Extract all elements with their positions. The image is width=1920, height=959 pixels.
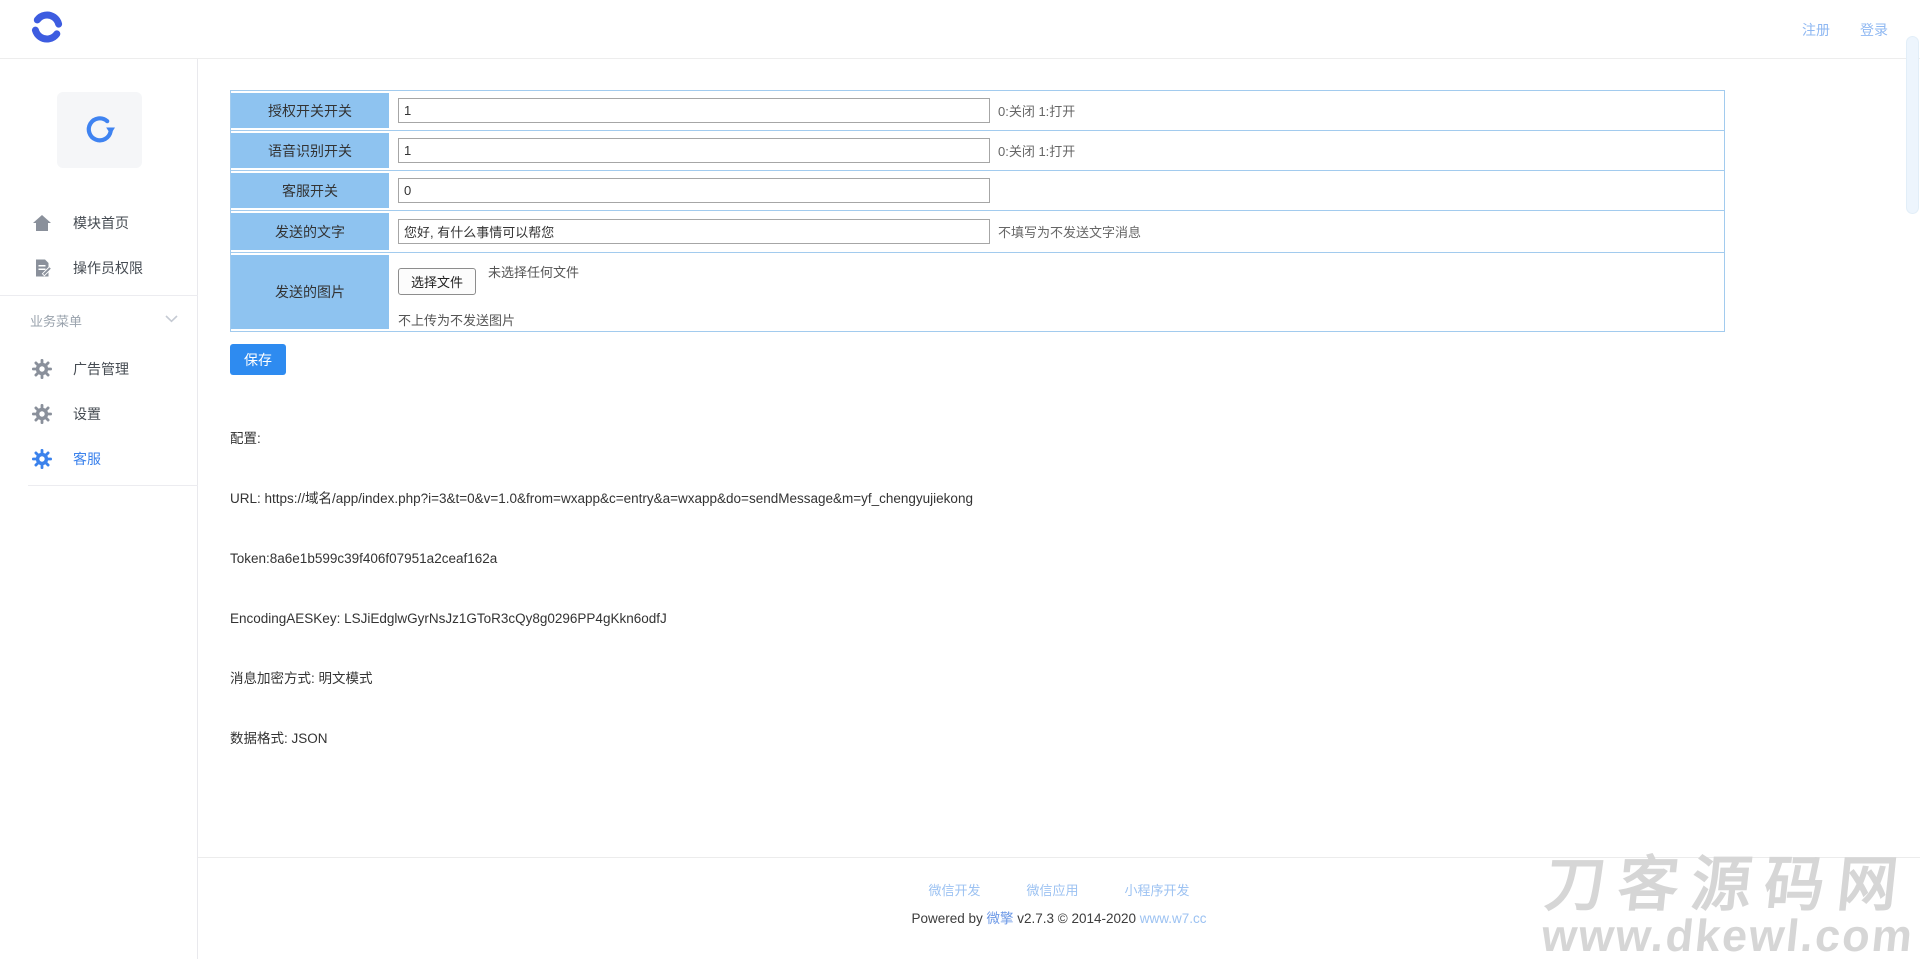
form-row-label: 语音识别开关 bbox=[231, 131, 389, 170]
module-logo-box bbox=[57, 92, 142, 168]
form-row-customer-service-switch: 客服开关 bbox=[231, 171, 1724, 211]
sidebar-section-business-menu[interactable]: 业务菜单 bbox=[0, 298, 198, 342]
weengine-brand-link[interactable]: 微擎 bbox=[986, 911, 1013, 926]
config-line-url: URL: https://域名/app/index.php?i=3&t=0&v=… bbox=[230, 489, 973, 509]
form-row-label: 客服开关 bbox=[231, 171, 389, 210]
config-info-block: 配置: URL: https://域名/app/index.php?i=3&t=… bbox=[230, 389, 973, 789]
weengine-swirl-logo-icon[interactable] bbox=[27, 7, 67, 47]
footer-link-wechat-app[interactable]: 微信应用 bbox=[1026, 880, 1078, 899]
sidebar-item-operator-permissions[interactable]: 操作员权限 bbox=[0, 246, 198, 290]
form-row-hint: 不填写为不发送文字消息 bbox=[998, 222, 1141, 241]
gear-icon bbox=[32, 449, 52, 469]
form-row-label: 授权开关开关 bbox=[231, 91, 389, 130]
refresh-icon bbox=[82, 112, 118, 148]
send-text-input[interactable] bbox=[398, 219, 990, 244]
config-line-data-format: 数据格式: JSON bbox=[230, 729, 973, 749]
form-row-hint: 0:关闭 1:打开 bbox=[998, 141, 1075, 160]
form-row-send-text: 发送的文字 不填写为不发送文字消息 bbox=[231, 211, 1724, 253]
form-row-label: 发送的文字 bbox=[231, 211, 389, 252]
sidebar-item-label: 模块首页 bbox=[73, 213, 129, 233]
document-edit-icon bbox=[32, 258, 52, 278]
customer-service-switch-input[interactable] bbox=[398, 178, 990, 203]
voice-recognition-switch-input[interactable] bbox=[398, 138, 990, 163]
form-row-label: 发送的图片 bbox=[231, 253, 389, 331]
topbar: 注册 登录 bbox=[0, 0, 1920, 59]
form-row-hint: 0:关闭 1:打开 bbox=[998, 101, 1075, 120]
form-row-auth-switch: 授权开关开关 0:关闭 1:打开 bbox=[231, 91, 1724, 131]
sidebar-item-label: 客服 bbox=[73, 449, 101, 469]
home-icon bbox=[32, 213, 52, 233]
sidebar-section-label: 业务菜单 bbox=[30, 311, 82, 330]
config-line: 配置: bbox=[230, 429, 973, 449]
config-line-encrypt-mode: 消息加密方式: 明文模式 bbox=[230, 669, 973, 689]
chevron-down-icon bbox=[165, 315, 178, 323]
form-row-voice-recognition-switch: 语音识别开关 0:关闭 1:打开 bbox=[231, 131, 1724, 171]
powered-prefix: Powered by bbox=[911, 911, 986, 926]
settings-form-table: 授权开关开关 0:关闭 1:打开 语音识别开关 0:关闭 1:打开 客服开关 bbox=[230, 90, 1725, 332]
version-text: v2.7.3 © 2014-2020 bbox=[1013, 911, 1139, 926]
config-line-aeskey: EncodingAESKey: LSJiEdglwGyrNsJz1GToR3cQ… bbox=[230, 609, 973, 629]
sidebar-item-customer-service[interactable]: 客服 bbox=[0, 437, 198, 481]
form-row-send-image: 发送的图片 选择文件 未选择任何文件 不上传为不发送图片 bbox=[231, 253, 1724, 331]
sidebar: 模块首页 操作员权限 业务菜单 bbox=[0, 59, 198, 959]
config-line-token: Token:8a6e1b599c39f406f07951a2ceaf162a bbox=[230, 549, 973, 569]
register-link[interactable]: 注册 bbox=[1802, 20, 1830, 40]
sidebar-divider bbox=[28, 485, 198, 486]
sidebar-item-label: 广告管理 bbox=[73, 359, 129, 379]
sidebar-divider bbox=[0, 295, 198, 296]
scrollbar-thumb[interactable] bbox=[1906, 36, 1919, 214]
gear-icon bbox=[32, 404, 52, 424]
footer-link-wechat-dev[interactable]: 微信开发 bbox=[928, 880, 980, 899]
choose-file-button[interactable]: 选择文件 bbox=[398, 268, 476, 295]
page: 注册 登录 模块首页 bbox=[0, 0, 1920, 959]
w7-site-link[interactable]: www.w7.cc bbox=[1140, 911, 1207, 926]
login-link[interactable]: 登录 bbox=[1860, 20, 1888, 40]
gear-icon bbox=[32, 359, 52, 379]
footer-powered: Powered by 微擎 v2.7.3 © 2014-2020 www.w7.… bbox=[198, 907, 1920, 927]
auth-switch-input[interactable] bbox=[398, 98, 990, 123]
save-button[interactable]: 保存 bbox=[230, 344, 286, 375]
footer: 微信开发 微信应用 小程序开发 Powered by 微擎 v2.7.3 © 2… bbox=[198, 857, 1920, 959]
sidebar-item-module-home[interactable]: 模块首页 bbox=[0, 201, 198, 245]
sidebar-item-settings[interactable]: 设置 bbox=[0, 392, 198, 436]
sidebar-item-label: 设置 bbox=[73, 404, 101, 424]
file-upload-hint: 不上传为不发送图片 bbox=[398, 310, 515, 329]
main-content: 授权开关开关 0:关闭 1:打开 语音识别开关 0:关闭 1:打开 客服开关 bbox=[198, 59, 1920, 857]
no-file-selected-text: 未选择任何文件 bbox=[488, 262, 579, 281]
footer-link-miniprogram-dev[interactable]: 小程序开发 bbox=[1125, 880, 1190, 899]
footer-links: 微信开发 微信应用 小程序开发 bbox=[198, 880, 1920, 899]
sidebar-item-ad-management[interactable]: 广告管理 bbox=[0, 347, 198, 391]
sidebar-item-label: 操作员权限 bbox=[73, 258, 143, 278]
topbar-links: 注册 登录 bbox=[1802, 0, 1888, 59]
